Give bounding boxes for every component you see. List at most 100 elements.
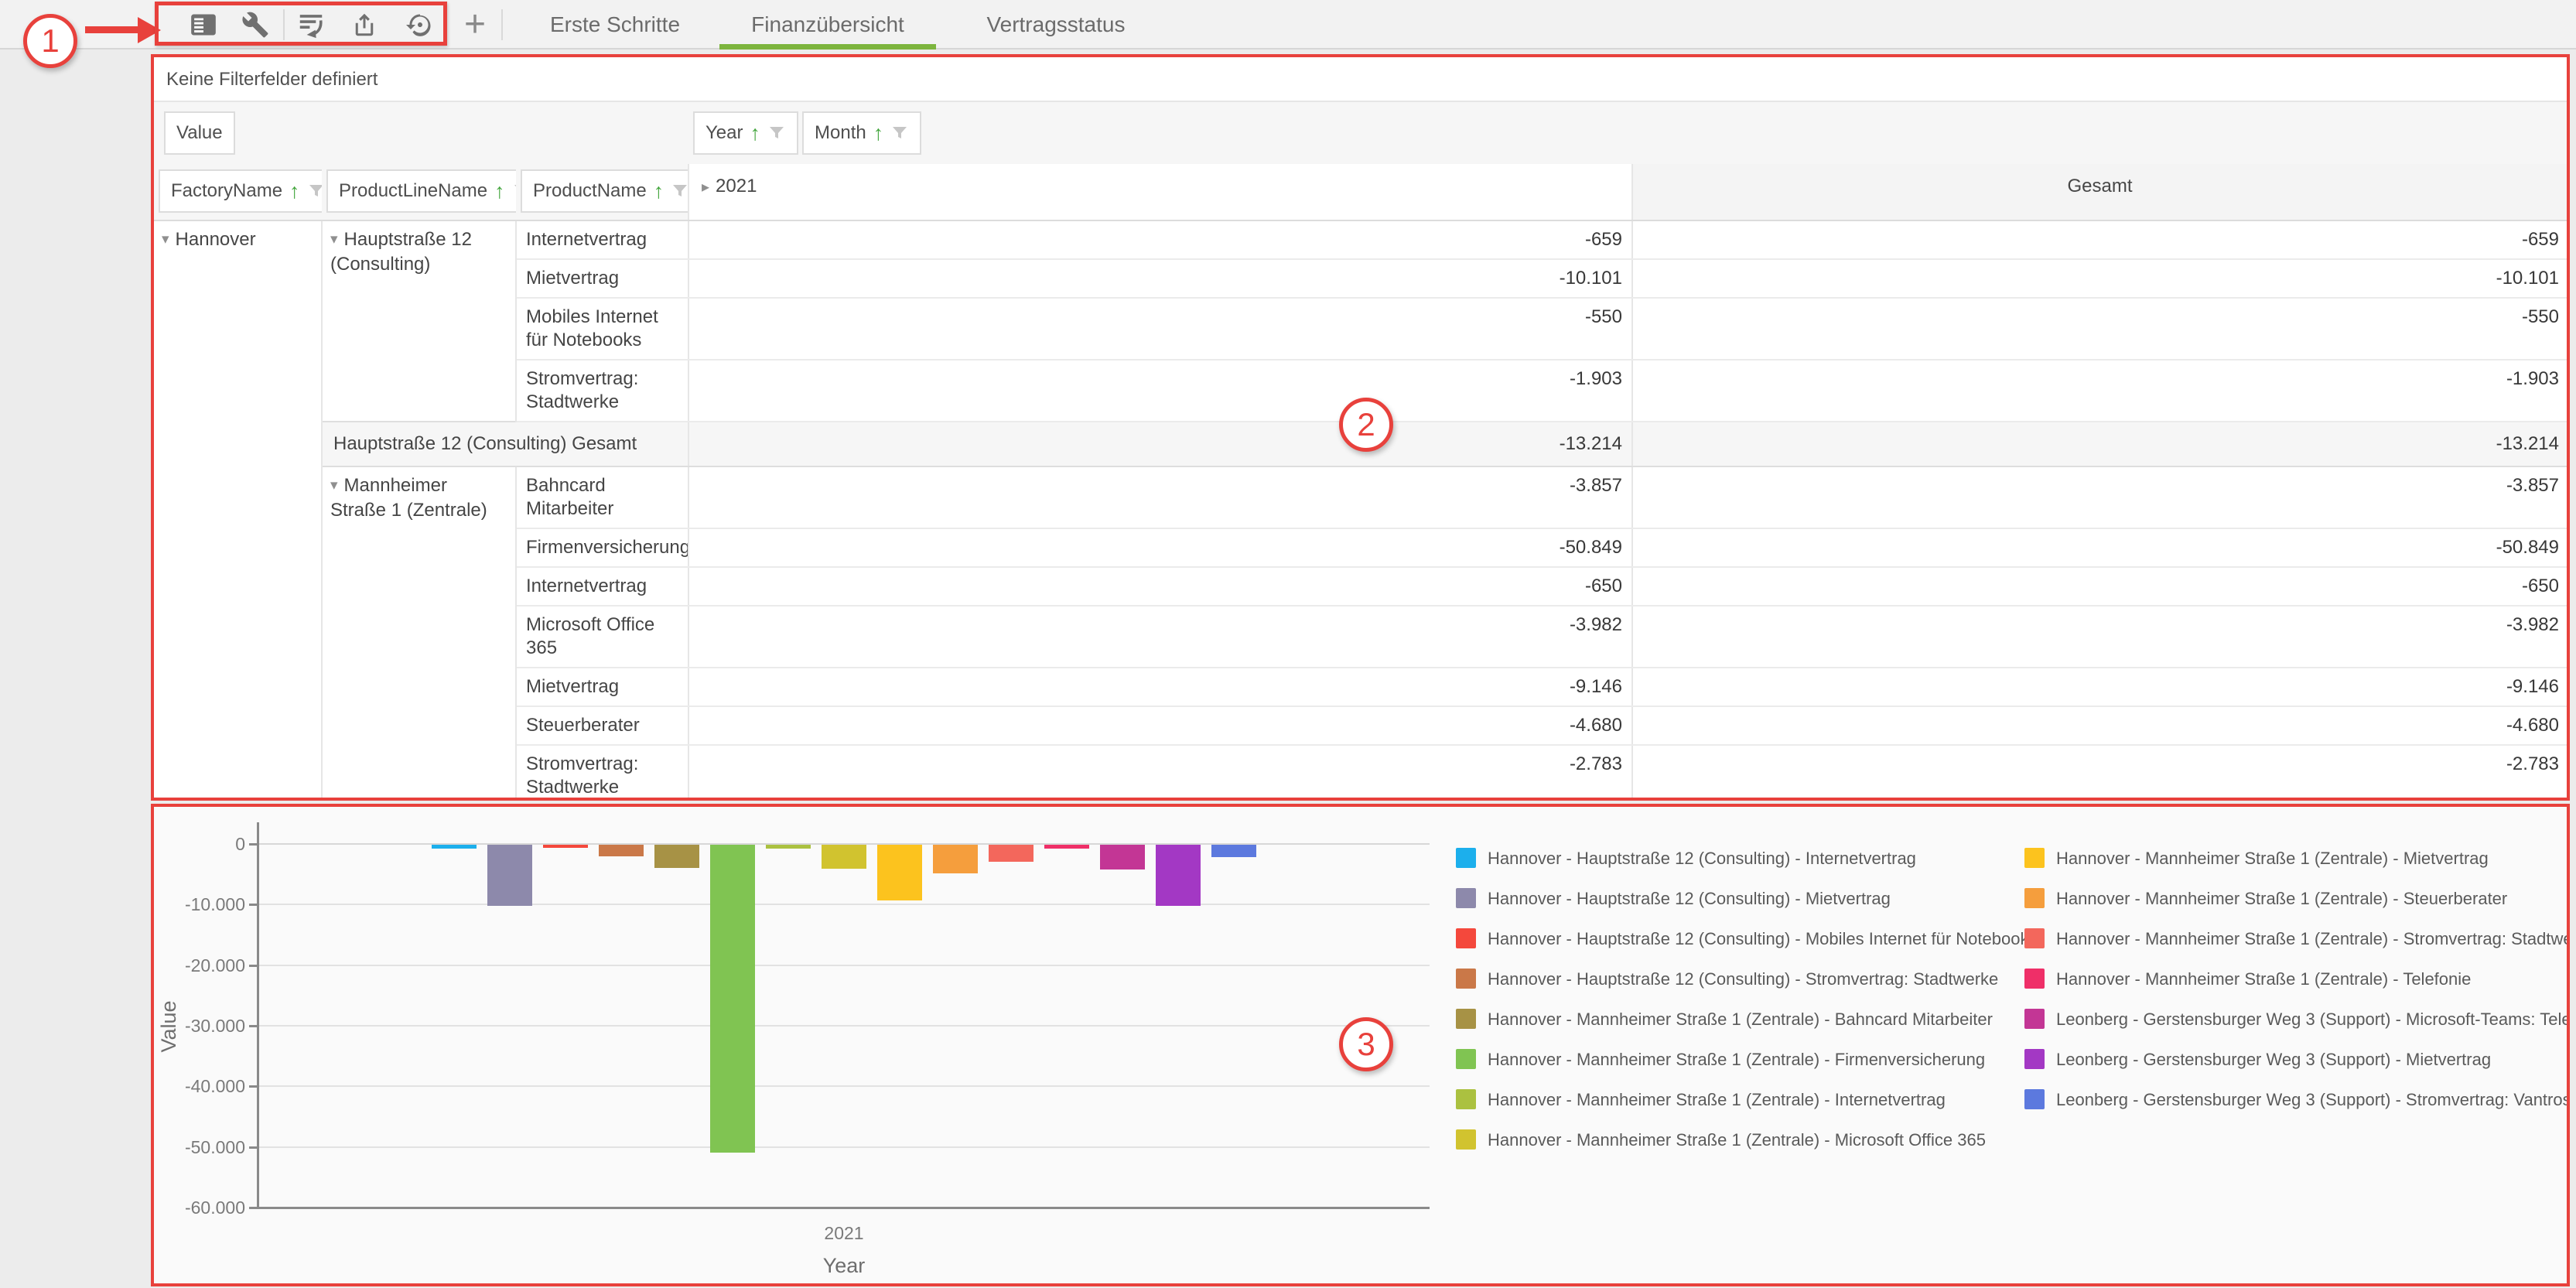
toolbar-divider bbox=[501, 9, 503, 40]
filter-icon[interactable] bbox=[307, 182, 322, 200]
bar-13[interactable] bbox=[1100, 845, 1145, 869]
legend-item: Leonberg - Gerstensburger Weg 3 (Support… bbox=[2024, 1089, 2570, 1110]
table-row: Microsoft Office 365-3.982-3.982 bbox=[154, 606, 2567, 668]
filter-icon[interactable] bbox=[671, 182, 688, 200]
bar-14[interactable] bbox=[1156, 845, 1201, 906]
value-field-chip[interactable]: Value bbox=[164, 111, 235, 155]
bar-6[interactable] bbox=[710, 845, 755, 1153]
legend-item: Hannover - Mannheimer Straße 1 (Zentrale… bbox=[1456, 1129, 1986, 1150]
row-header-product: Internetvertrag bbox=[516, 567, 688, 606]
y-tick-label: 0 bbox=[159, 833, 245, 855]
subtotal-value-2021: -13.214 bbox=[688, 422, 1632, 466]
bar-2[interactable] bbox=[487, 845, 532, 906]
bar-10[interactable] bbox=[933, 845, 978, 873]
bar-4[interactable] bbox=[599, 845, 644, 856]
collapse-icon[interactable]: ▾ bbox=[330, 477, 338, 494]
legend-color-swatch bbox=[2024, 1089, 2045, 1109]
cell-value-2021: -1.903 bbox=[688, 360, 1632, 422]
legend-label: Hannover - Hauptstraße 12 (Consulting) -… bbox=[1488, 888, 1891, 909]
sort-asc-icon[interactable]: ↑ bbox=[750, 123, 761, 144]
cell-value-gesamt: -550 bbox=[1632, 298, 2567, 360]
legend-label: Leonberg - Gerstensburger Weg 3 (Support… bbox=[2056, 1049, 2491, 1070]
cell-value-2021: -3.982 bbox=[688, 606, 1632, 668]
month-field-chip[interactable]: Month ↑ bbox=[802, 111, 921, 155]
filter-icon[interactable] bbox=[890, 124, 909, 142]
legend-item: Leonberg - Gerstensburger Weg 3 (Support… bbox=[2024, 1009, 2570, 1030]
bar-1[interactable] bbox=[432, 845, 477, 849]
row-header-product: Internetvertrag bbox=[516, 220, 688, 259]
annotation-box-1 bbox=[155, 2, 447, 46]
filter-icon[interactable] bbox=[767, 124, 786, 142]
cell-value-gesamt: -4.680 bbox=[1632, 706, 2567, 745]
sort-asc-icon[interactable]: ↑ bbox=[654, 181, 664, 202]
tab-erste-schritte[interactable]: Erste Schritte bbox=[511, 0, 719, 50]
productname-field-chip[interactable]: ProductName ↑ bbox=[521, 169, 688, 213]
legend-color-swatch bbox=[1456, 1049, 1476, 1069]
bar-15[interactable] bbox=[1211, 845, 1256, 857]
legend-label: Hannover - Hauptstraße 12 (Consulting) -… bbox=[1488, 969, 1998, 989]
row-header-factory: ▾Hannover bbox=[154, 220, 322, 801]
legend-item: Hannover - Hauptstraße 12 (Consulting) -… bbox=[1456, 848, 1916, 869]
legend-color-swatch bbox=[2024, 848, 2045, 868]
legend-color-swatch bbox=[1456, 848, 1476, 868]
legend-label: Leonberg - Gerstensburger Weg 3 (Support… bbox=[2056, 1089, 2570, 1110]
expand-icon[interactable]: ▸ bbox=[702, 179, 709, 196]
cell-value-gesamt: -50.849 bbox=[1632, 528, 2567, 567]
table-row: ▾Hannover▾Hauptstraße 12 (Consulting)Int… bbox=[154, 220, 2567, 259]
legend-color-swatch bbox=[2024, 928, 2045, 948]
collapse-icon[interactable]: ▾ bbox=[162, 231, 169, 248]
y-axis-line bbox=[257, 822, 259, 1209]
cell-value-gesamt: -3.982 bbox=[1632, 606, 2567, 668]
add-tab-button[interactable]: + bbox=[455, 5, 495, 45]
bar-7[interactable] bbox=[766, 845, 811, 849]
legend-color-swatch bbox=[1456, 928, 1476, 948]
legend-label: Hannover - Mannheimer Straße 1 (Zentrale… bbox=[1488, 1049, 1985, 1070]
legend-color-swatch bbox=[2024, 1009, 2045, 1029]
legend-label: Leonberg - Gerstensburger Weg 3 (Support… bbox=[2056, 1009, 2570, 1030]
factoryname-field-chip[interactable]: FactoryName ↑ bbox=[159, 169, 322, 213]
legend-item: Hannover - Mannheimer Straße 1 (Zentrale… bbox=[2024, 928, 2570, 949]
bar-3[interactable] bbox=[543, 845, 588, 848]
bar-12[interactable] bbox=[1044, 845, 1089, 849]
column-header-gesamt: Gesamt bbox=[1632, 164, 2567, 220]
subtotal-value-gesamt: -13.214 bbox=[1632, 422, 2567, 466]
pivot-table: FactoryName ↑ ProductLineName ↑ ProductN… bbox=[154, 164, 2567, 801]
annotation-badge-1: 1 bbox=[23, 14, 77, 68]
legend-color-swatch bbox=[2024, 1049, 2045, 1069]
legend-item: Hannover - Mannheimer Straße 1 (Zentrale… bbox=[2024, 969, 2471, 989]
legend-color-swatch bbox=[1456, 969, 1476, 989]
legend-item: Hannover - Mannheimer Straße 1 (Zentrale… bbox=[1456, 1089, 1946, 1110]
column-header-2021[interactable]: ▸2021 bbox=[688, 164, 1632, 220]
cell-value-gesamt: -9.146 bbox=[1632, 668, 2567, 706]
pivot-header-row: FactoryName ↑ ProductLineName ↑ ProductN… bbox=[154, 164, 2567, 220]
table-row: Internetvertrag-650-650 bbox=[154, 567, 2567, 606]
legend-item: Hannover - Hauptstraße 12 (Consulting) -… bbox=[1456, 888, 1891, 909]
bar-5[interactable] bbox=[654, 845, 699, 868]
filter-status: Keine Filterfelder definiert bbox=[154, 57, 2567, 102]
sort-asc-icon[interactable]: ↑ bbox=[494, 181, 505, 202]
filter-icon[interactable] bbox=[512, 182, 516, 200]
legend-label: Hannover - Mannheimer Straße 1 (Zentrale… bbox=[2056, 969, 2471, 989]
productlinename-field-chip[interactable]: ProductLineName ↑ bbox=[326, 169, 516, 213]
sort-asc-icon[interactable]: ↑ bbox=[289, 181, 300, 202]
row-header-product: Steuerberater bbox=[516, 706, 688, 745]
cell-value-gesamt: -659 bbox=[1632, 220, 2567, 259]
legend-label: Hannover - Mannheimer Straße 1 (Zentrale… bbox=[2056, 888, 2507, 909]
row-header-product: Mietvertrag bbox=[516, 668, 688, 706]
legend-item: Hannover - Mannheimer Straße 1 (Zentrale… bbox=[2024, 888, 2507, 909]
row-header-productline: ▾Hauptstraße 12 (Consulting) bbox=[322, 220, 516, 422]
cell-value-gesamt: -2.783 bbox=[1632, 745, 2567, 801]
bar-8[interactable] bbox=[822, 845, 866, 869]
legend-label: Hannover - Hauptstraße 12 (Consulting) -… bbox=[1488, 928, 2037, 949]
bar-9[interactable] bbox=[877, 845, 922, 900]
cell-value-2021: -10.101 bbox=[688, 259, 1632, 298]
legend-label: Hannover - Mannheimer Straße 1 (Zentrale… bbox=[1488, 1089, 1946, 1110]
cell-value-2021: -659 bbox=[688, 220, 1632, 259]
sort-asc-icon[interactable]: ↑ bbox=[873, 123, 884, 144]
collapse-icon[interactable]: ▾ bbox=[330, 231, 338, 248]
bar-11[interactable] bbox=[989, 845, 1033, 862]
table-row: Firmenversicherung-50.849-50.849 bbox=[154, 528, 2567, 567]
year-field-chip[interactable]: Year ↑ bbox=[693, 111, 798, 155]
tab-finanzuebersicht[interactable]: Finanzübersicht bbox=[719, 0, 936, 50]
tab-vertragsstatus[interactable]: Vertragsstatus bbox=[936, 0, 1176, 50]
